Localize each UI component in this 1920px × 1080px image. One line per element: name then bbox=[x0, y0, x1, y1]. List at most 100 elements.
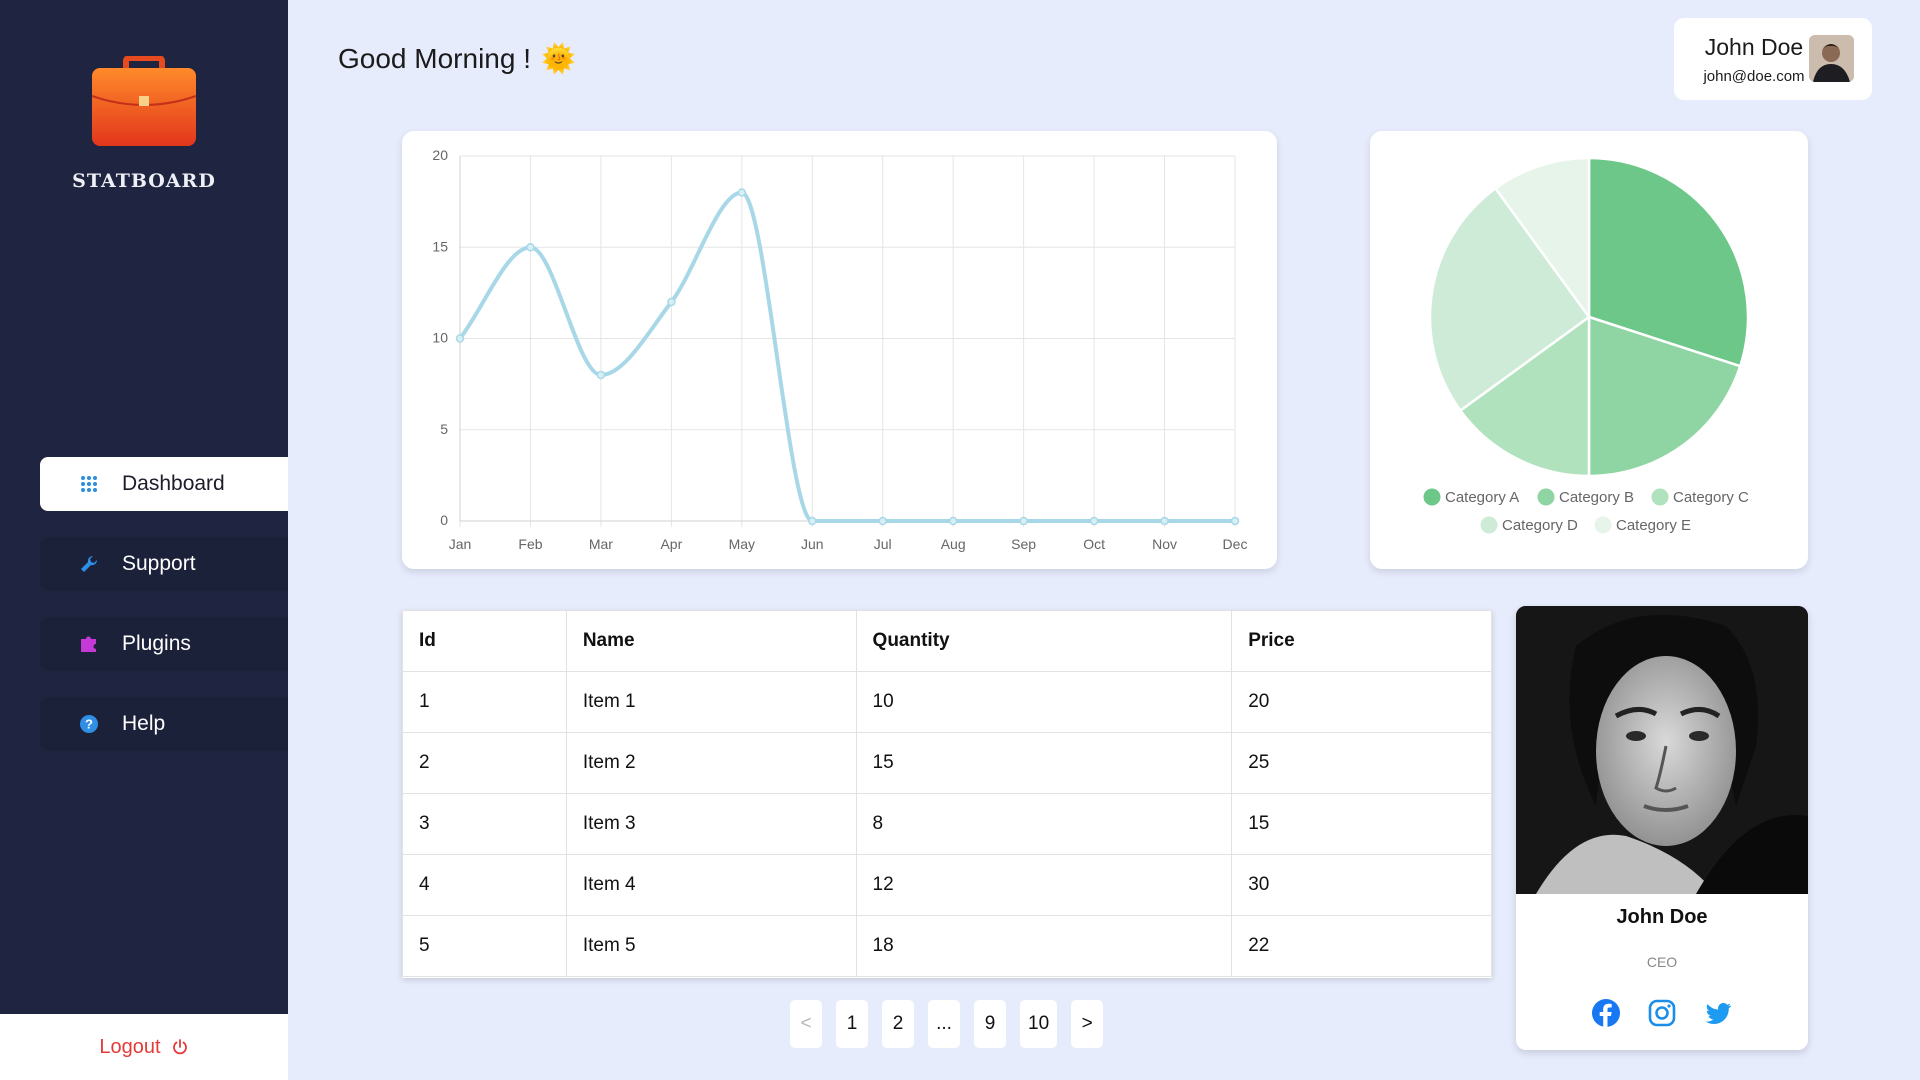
table-cell: Item 1 bbox=[565, 671, 857, 733]
data-point[interactable] bbox=[808, 516, 817, 526]
table-cell: 10 bbox=[855, 671, 1233, 733]
data-point[interactable] bbox=[737, 188, 747, 197]
pie-chart: Category A Category B Category C Category D… bbox=[1423, 156, 1750, 534]
table-cell: 4 bbox=[402, 854, 567, 916]
column-header[interactable]: Quantity bbox=[855, 610, 1233, 672]
legend-label[interactable]: Category A bbox=[1445, 489, 1519, 506]
table-cell: Item 4 bbox=[565, 854, 857, 916]
legend-label[interactable]: Category E bbox=[1616, 517, 1691, 534]
x-tick-label: Mar bbox=[589, 536, 613, 552]
line-chart: 0 5 10 15 20 Jan Feb Mar Apr May Jun Jul Aug Sep Oct No… bbox=[432, 147, 1247, 552]
table-row[interactable]: 4 Item 4 12 30 bbox=[402, 854, 1492, 916]
table-row[interactable]: 1 Item 1 10 20 bbox=[402, 671, 1492, 733]
data-point[interactable] bbox=[526, 243, 535, 252]
x-tick-label: Nov bbox=[1152, 536, 1177, 552]
user-card[interactable]: John Doe john@doe.com bbox=[1674, 18, 1872, 100]
series-line bbox=[458, 190, 1235, 523]
legend-swatch bbox=[1594, 516, 1612, 534]
table-cell: 12 bbox=[855, 854, 1233, 916]
profile-name: John Doe bbox=[1616, 906, 1708, 928]
y-tick-label: 10 bbox=[432, 330, 448, 346]
data-point[interactable] bbox=[1160, 516, 1169, 526]
sidebar: STATBOARD Dashboard Support Plugins ? He… bbox=[0, 0, 288, 1080]
y-tick-label: 5 bbox=[440, 421, 448, 437]
legend-swatch bbox=[1423, 488, 1441, 506]
sidebar-item-label: Help bbox=[122, 712, 166, 735]
legend-label[interactable]: Category B bbox=[1559, 489, 1634, 506]
page-button[interactable]: 9 bbox=[974, 1000, 1006, 1048]
profile-photo bbox=[1516, 606, 1808, 894]
page-button[interactable]: 10 bbox=[1020, 1000, 1058, 1048]
data-point[interactable] bbox=[1019, 516, 1028, 526]
logout-button[interactable]: Logout bbox=[0, 1014, 288, 1080]
page-ellipsis: ... bbox=[928, 1000, 960, 1048]
sidebar-item-label: Support bbox=[122, 552, 196, 575]
legend-label[interactable]: Category D bbox=[1502, 517, 1578, 534]
y-tick-label: 0 bbox=[440, 512, 448, 528]
data-point[interactable] bbox=[1089, 516, 1099, 526]
greeting: Good Morning ! 🌞 bbox=[338, 42, 576, 75]
pie-chart-card: Category A Category B Category C Category D… bbox=[1370, 131, 1808, 569]
power-icon bbox=[172, 1039, 187, 1055]
table-cell: 30 bbox=[1231, 854, 1492, 916]
table-cell: 8 bbox=[855, 793, 1233, 855]
items-table: Id Name Quantity Price 1 Item 1 10 20 2 … bbox=[402, 610, 1492, 978]
profile-role: CEO bbox=[1646, 954, 1678, 970]
puzzle-icon bbox=[78, 633, 100, 655]
data-point[interactable] bbox=[1230, 516, 1240, 526]
legend-swatch bbox=[1480, 516, 1498, 534]
facebook-icon[interactable] bbox=[1591, 998, 1621, 1028]
table-cell: 15 bbox=[855, 732, 1233, 794]
table-cell: 2 bbox=[402, 732, 567, 794]
sidebar-nav: Dashboard Support Plugins ? Help bbox=[40, 457, 288, 777]
table-cell: 15 bbox=[1231, 793, 1492, 855]
column-header[interactable]: Id bbox=[402, 610, 567, 672]
profile-card: John Doe CEO bbox=[1516, 606, 1808, 1050]
x-tick-label: Jun bbox=[801, 536, 824, 552]
data-point[interactable] bbox=[948, 516, 958, 526]
user-email: john@doe.com bbox=[1703, 68, 1805, 85]
pagination: < 1 2 ... 9 10 > bbox=[790, 1000, 1104, 1048]
table-row[interactable]: 2 Item 2 15 25 bbox=[402, 732, 1492, 794]
table-cell: 5 bbox=[402, 915, 567, 977]
data-point[interactable] bbox=[878, 516, 887, 526]
table-cell: Item 3 bbox=[565, 793, 857, 855]
sidebar-item-support[interactable]: Support bbox=[40, 537, 288, 591]
legend-label[interactable]: Category C bbox=[1673, 489, 1749, 506]
x-tick-label: Apr bbox=[660, 536, 682, 552]
page-button[interactable]: 1 bbox=[836, 1000, 868, 1048]
twitter-icon[interactable] bbox=[1703, 998, 1733, 1028]
next-page-button[interactable]: > bbox=[1071, 1000, 1104, 1048]
question-circle-icon: ? bbox=[78, 713, 100, 735]
grid-icon bbox=[78, 473, 100, 495]
y-tick-label: 15 bbox=[432, 238, 448, 254]
data-point[interactable] bbox=[596, 370, 606, 380]
instagram-icon[interactable] bbox=[1647, 998, 1677, 1028]
table-header-row: Id Name Quantity Price bbox=[402, 610, 1492, 672]
sidebar-item-dashboard[interactable]: Dashboard bbox=[40, 457, 288, 511]
table-cell: 25 bbox=[1231, 732, 1492, 794]
sidebar-item-label: Plugins bbox=[122, 632, 191, 655]
data-point[interactable] bbox=[455, 334, 465, 343]
greeting-text: Good Morning ! bbox=[338, 42, 531, 74]
column-header[interactable]: Name bbox=[565, 610, 857, 672]
wrench-icon bbox=[78, 553, 100, 575]
table-cell: 20 bbox=[1231, 671, 1492, 733]
sidebar-item-plugins[interactable]: Plugins bbox=[40, 617, 288, 671]
prev-page-button[interactable]: < bbox=[790, 1000, 822, 1048]
data-point[interactable] bbox=[667, 297, 676, 307]
table-cell: 22 bbox=[1231, 915, 1492, 977]
table-cell: 18 bbox=[855, 915, 1233, 977]
table-row[interactable]: 3 Item 3 8 15 bbox=[402, 793, 1492, 855]
logout-label: Logout bbox=[99, 1035, 161, 1058]
user-name: John Doe bbox=[1704, 34, 1804, 60]
page-button[interactable]: 2 bbox=[882, 1000, 914, 1048]
x-tick-label: Feb bbox=[518, 536, 542, 552]
avatar[interactable] bbox=[1809, 35, 1854, 82]
column-header[interactable]: Price bbox=[1231, 610, 1492, 672]
y-tick-label: 20 bbox=[432, 147, 448, 163]
x-tick-label: Jul bbox=[874, 536, 892, 552]
table-row[interactable]: 5 Item 5 18 22 bbox=[402, 915, 1492, 977]
table-cell: 3 bbox=[402, 793, 567, 855]
sidebar-item-help[interactable]: ? Help bbox=[40, 697, 288, 751]
